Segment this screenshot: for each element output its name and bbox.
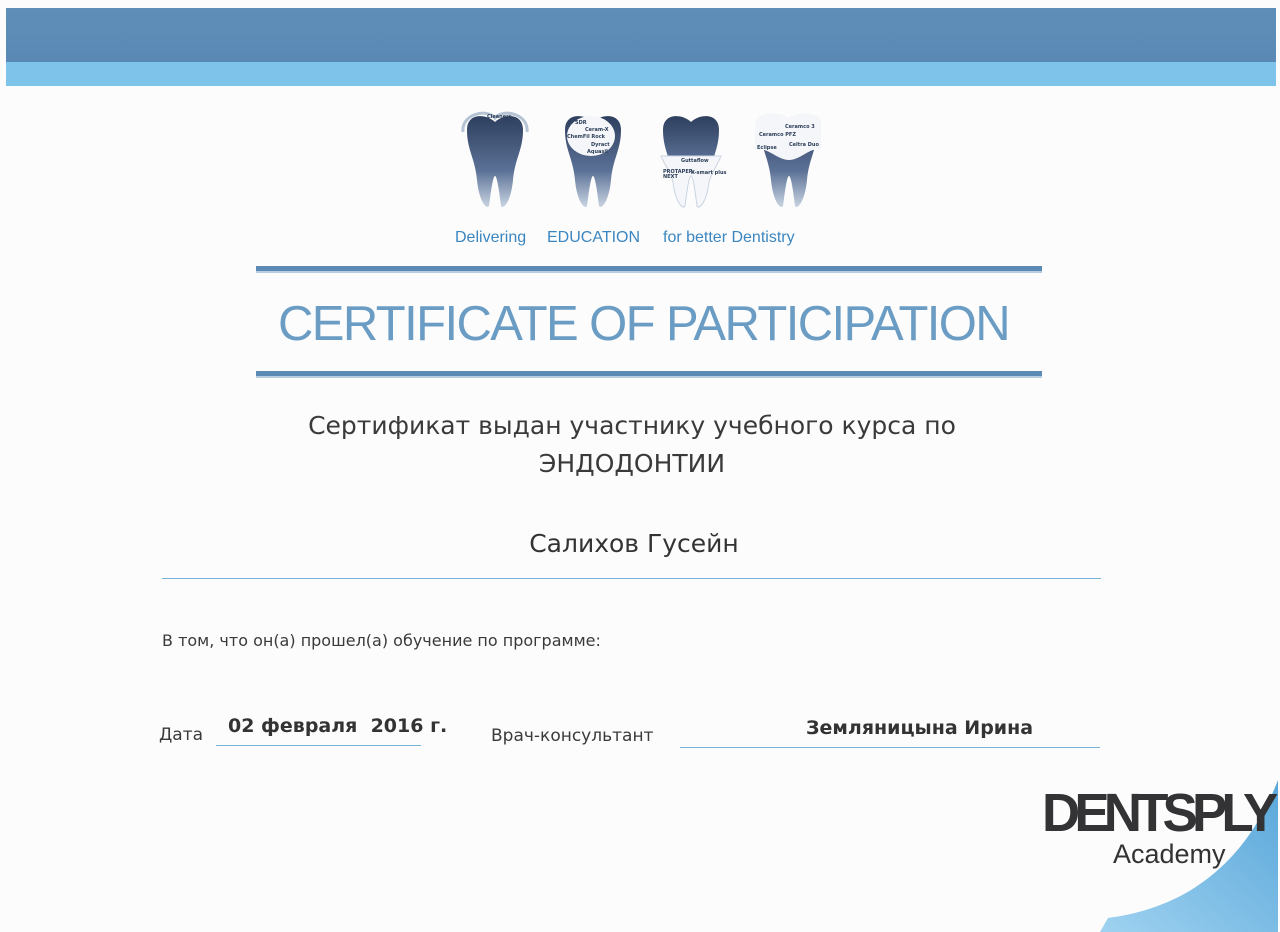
issued-line: Сертификат выдан участнику учебного курс… xyxy=(308,411,956,440)
date-underline xyxy=(216,745,421,746)
tooth-word: Cleaners xyxy=(487,114,512,120)
tooth-word: PROTAPER NEXT xyxy=(663,169,693,180)
tooth-word: ChemFil Rock xyxy=(567,134,605,140)
consultant-label: Врач-консультант xyxy=(491,726,654,746)
tooth-word: Ceramco 3 xyxy=(785,124,815,130)
teeth-logo-group: Cleaners SDR Ceram-X ChemFil Rock Dyract… xyxy=(455,110,835,220)
course-name: ЭНДОДОНТИИ xyxy=(538,449,726,478)
tagline-dentistry: for better Dentistry xyxy=(663,229,795,246)
tooth-word: Aquasil xyxy=(587,149,608,155)
tooth-word: Guttaflow xyxy=(681,158,709,164)
title-rule-bottom-shadow xyxy=(256,376,1042,378)
tooth-word: Ceramco PFZ xyxy=(759,132,796,138)
academy-label: Academy xyxy=(1113,839,1226,869)
header-band-light xyxy=(6,62,1276,86)
title-rule-top-shadow xyxy=(256,271,1042,273)
participant-underline xyxy=(162,578,1101,579)
tooth-word: Celtra Duo xyxy=(789,142,819,148)
tooth-icon-2: SDR Ceram-X ChemFil Rock Dyract Aquasil xyxy=(555,110,631,212)
tooth-word: Eclipse xyxy=(757,145,777,151)
tooth-icon-3: Guttaflow PROTAPER NEXT X-smart plus xyxy=(653,110,729,212)
header-band-dark xyxy=(6,8,1276,64)
program-text: В том, что он(а) прошел(а) обучение по п… xyxy=(162,631,601,650)
tooth-word: X-smart plus xyxy=(691,170,727,176)
tooth-word: Ceram-X xyxy=(585,127,609,133)
tooth-word: SDR xyxy=(575,120,587,126)
tooth-icon-4: Ceramco 3 Ceramco PFZ Eclipse Celtra Duo xyxy=(751,110,827,212)
date-value: 02 февраля 2016 г. xyxy=(228,715,448,737)
participant-name: Салихов Гусейн xyxy=(529,529,739,558)
tagline-delivering: Delivering xyxy=(455,229,527,246)
consultant-name: Земляницына Ирина xyxy=(806,717,1034,739)
dentsply-logo: DENTSPLY xyxy=(1042,783,1278,843)
consultant-underline xyxy=(680,747,1100,748)
tooth-icon-1: Cleaners xyxy=(457,110,533,212)
tooth-word: Dyract xyxy=(591,142,610,148)
date-label: Дата xyxy=(159,725,204,745)
tagline-education: EDUCATION xyxy=(547,229,641,246)
certificate-title: CERTIFICATE OF PARTICIPATION xyxy=(278,297,1011,351)
